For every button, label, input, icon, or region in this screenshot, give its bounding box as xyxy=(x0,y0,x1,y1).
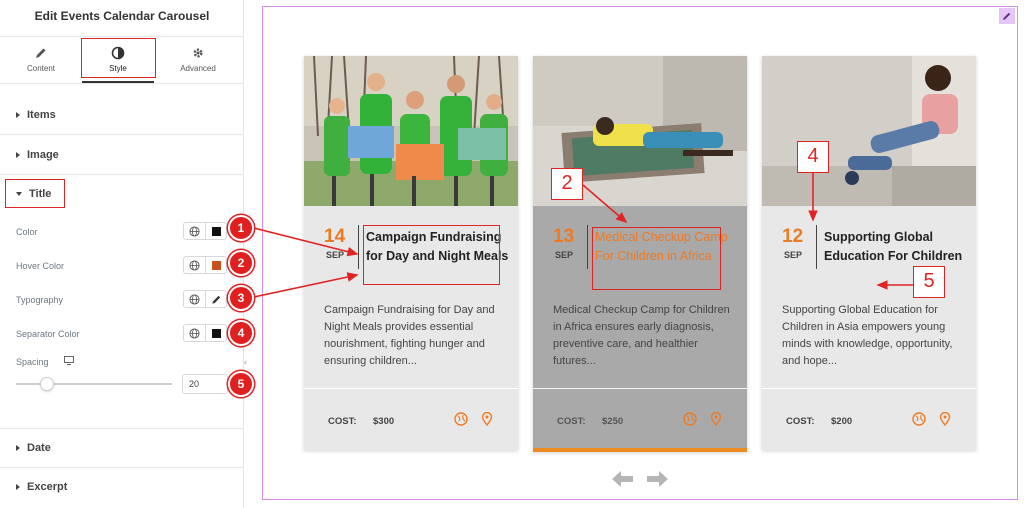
event-day: 14 xyxy=(324,226,346,247)
cost-label: COST: xyxy=(557,416,586,427)
cost-label: COST: xyxy=(786,416,815,427)
title-separator xyxy=(816,225,817,269)
color-label: Color xyxy=(16,227,38,237)
section-items-label: Items xyxy=(27,109,56,121)
location-pin-icon[interactable] xyxy=(938,412,952,426)
section-excerpt-label: Excerpt xyxy=(27,481,68,493)
cost-label: COST: xyxy=(328,416,357,427)
annotation-label-2: 2 xyxy=(551,168,583,200)
event-image-volunteers[interactable] xyxy=(304,56,518,206)
cost-value: $250 xyxy=(602,416,624,427)
globe-icon[interactable] xyxy=(189,328,200,339)
annotation-badge-1: 1 xyxy=(228,215,254,241)
divider xyxy=(205,223,206,239)
caret-right-icon xyxy=(16,112,20,119)
event-excerpt: Medical Checkup Camp for Children in Afr… xyxy=(553,304,730,367)
caret-right-icon xyxy=(16,152,20,159)
section-items-header: Items xyxy=(16,109,56,121)
carousel-next-arrow-icon[interactable] xyxy=(646,471,668,487)
title-highlight-box xyxy=(363,225,500,285)
event-month: SEP xyxy=(326,250,345,260)
event-month: SEP xyxy=(555,250,574,260)
section-excerpt[interactable]: Excerpt xyxy=(0,468,243,508)
globe-icon[interactable] xyxy=(683,412,697,426)
separator-color-swatch[interactable] xyxy=(212,329,221,338)
separator-color-label: Separator Color xyxy=(16,329,80,339)
annotation-badge-2: 2 xyxy=(228,250,254,276)
section-image-header: Image xyxy=(16,149,59,161)
event-excerpt: Supporting Global Education for Children… xyxy=(782,304,953,367)
title-separator xyxy=(358,225,359,269)
event-card-3[interactable]: 12 SEP Supporting Global Education For C… xyxy=(762,56,976,450)
annotation-badge-5: 5 xyxy=(228,371,254,397)
location-pin-icon[interactable] xyxy=(480,412,494,426)
event-excerpt: Campaign Fundraising for Day and Night M… xyxy=(324,304,495,367)
divider xyxy=(205,291,206,307)
spacing-input[interactable]: 20 xyxy=(182,374,228,394)
section-date-header: Date xyxy=(16,442,51,454)
style-tab-highlight xyxy=(81,38,156,78)
section-image-label: Image xyxy=(27,149,59,161)
event-image-child-sitting[interactable] xyxy=(762,56,976,206)
hover-color-label: Hover Color xyxy=(16,261,65,271)
event-month: SEP xyxy=(784,250,803,260)
tab-advanced-label: Advanced xyxy=(180,64,216,73)
editor-panel: Edit Events Calendar Carousel Content St… xyxy=(0,0,244,508)
pencil-icon[interactable] xyxy=(211,294,222,305)
cost-value: $300 xyxy=(373,416,395,427)
title-separator xyxy=(587,225,588,269)
annotation-label-4: 4 xyxy=(797,141,829,173)
panel-collapse-icon[interactable]: ‹ xyxy=(244,357,247,367)
tab-content-label: Content xyxy=(26,64,56,73)
typography-label: Typography xyxy=(16,295,64,305)
carousel-prev-arrow-icon[interactable] xyxy=(612,471,634,487)
color-control xyxy=(183,222,227,240)
spacing-label: Spacing xyxy=(16,357,49,367)
event-day: 12 xyxy=(782,226,804,247)
gear-icon xyxy=(193,48,203,58)
globe-icon[interactable] xyxy=(189,294,200,305)
annotation-badge-3: 3 xyxy=(228,285,254,311)
tab-advanced[interactable]: Advanced xyxy=(160,37,236,83)
desktop-icon[interactable] xyxy=(64,356,74,365)
panel-title: Edit Events Calendar Carousel xyxy=(34,9,210,23)
hover-title-highlight-box xyxy=(592,227,721,290)
globe-icon[interactable] xyxy=(454,412,468,426)
widget-edit-handle[interactable] xyxy=(999,8,1015,24)
color-swatch[interactable] xyxy=(212,227,221,236)
globe-icon[interactable] xyxy=(189,226,200,237)
caret-right-icon xyxy=(16,484,20,491)
pencil-icon xyxy=(36,48,46,58)
section-excerpt-header: Excerpt xyxy=(16,481,67,493)
typography-control xyxy=(183,290,227,308)
section-image[interactable]: Image xyxy=(0,135,243,175)
title-section-highlight xyxy=(5,179,65,208)
hover-color-swatch[interactable] xyxy=(212,261,221,270)
globe-icon[interactable] xyxy=(189,260,200,271)
caret-right-icon xyxy=(16,445,20,452)
divider xyxy=(205,325,206,341)
hover-color-control xyxy=(183,256,227,274)
active-tab-indicator xyxy=(82,81,154,83)
annotation-label-5: 5 xyxy=(913,266,945,298)
separator-color-control xyxy=(183,324,227,342)
event-day: 13 xyxy=(553,226,575,247)
section-items[interactable]: Items xyxy=(0,84,243,135)
annotation-badge-4: 4 xyxy=(228,320,254,346)
tab-content[interactable]: Content xyxy=(3,37,79,83)
pencil-icon xyxy=(1003,12,1011,20)
globe-icon[interactable] xyxy=(912,412,926,426)
section-date-label: Date xyxy=(27,442,51,454)
location-pin-icon[interactable] xyxy=(709,412,723,426)
cost-value: $200 xyxy=(831,416,853,427)
section-date[interactable]: Date xyxy=(0,429,243,468)
divider xyxy=(205,257,206,273)
event-title[interactable]: Supporting Global Education For Children xyxy=(824,228,974,266)
